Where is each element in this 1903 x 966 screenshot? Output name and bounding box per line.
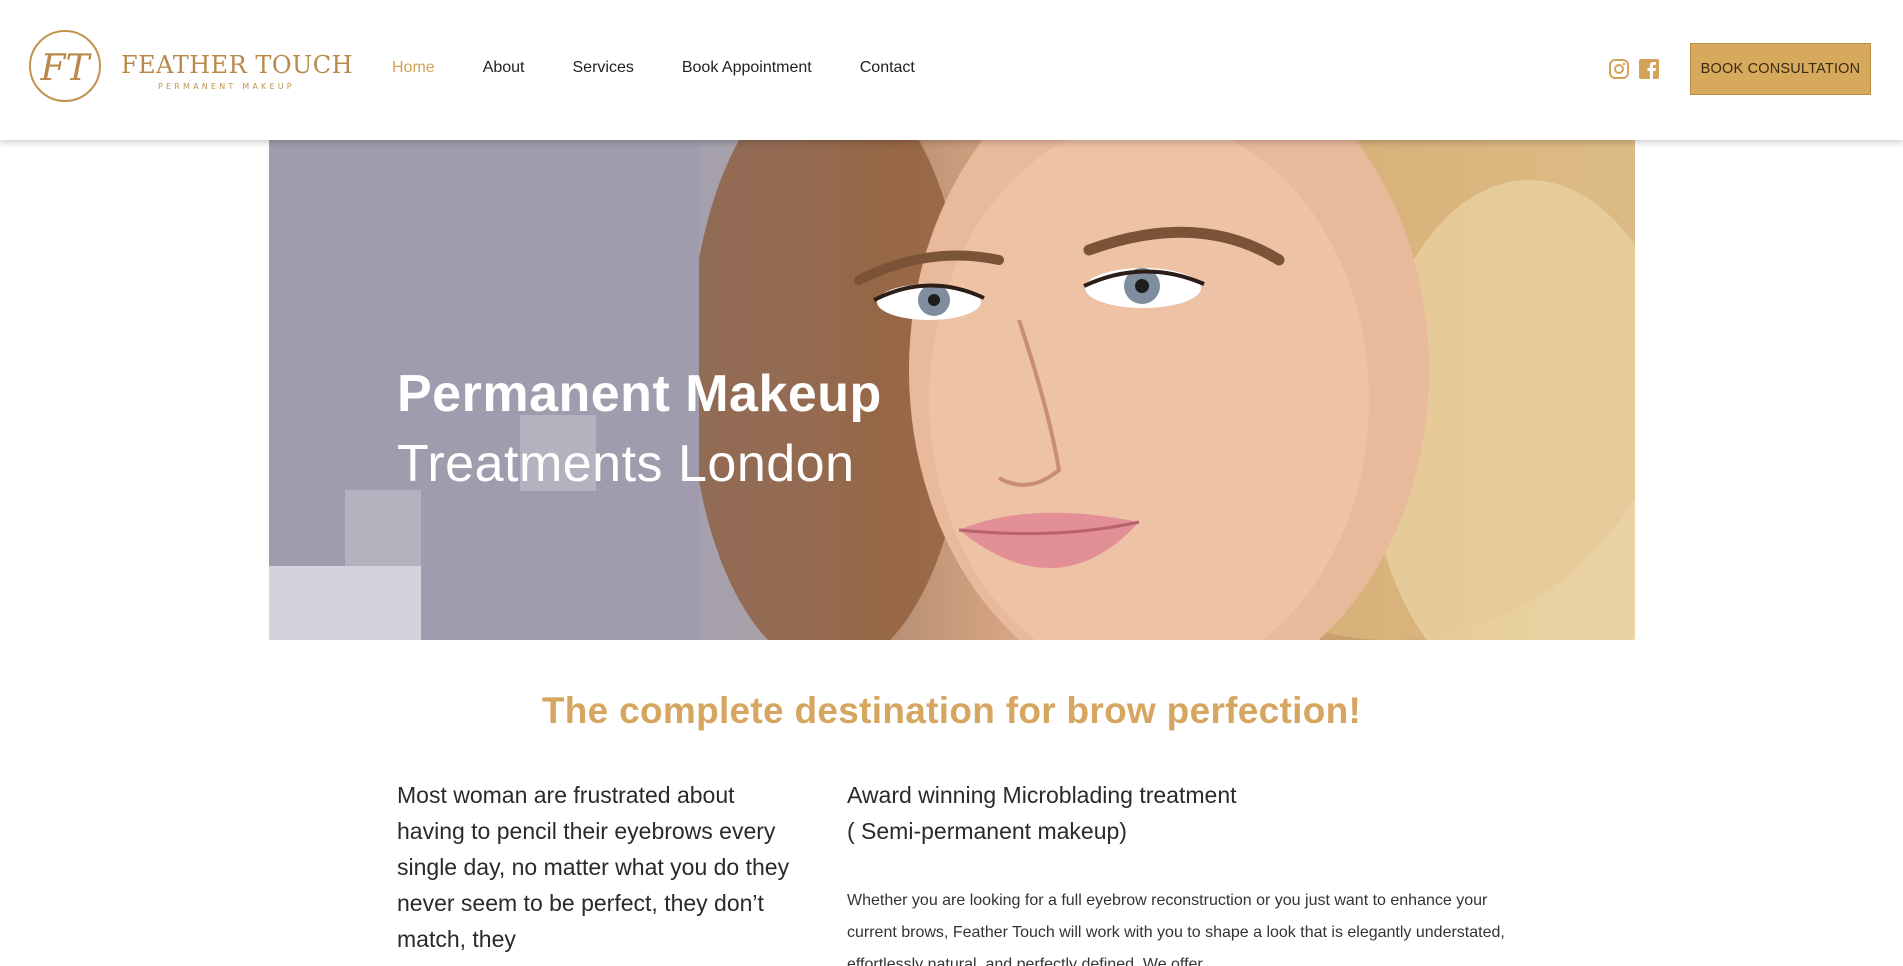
intro-paragraph: Most woman are frustrated about having t… [397,782,790,952]
hero-subtitle: Treatments London [397,435,855,493]
nav-about[interactable]: About [483,59,525,77]
book-consultation-button[interactable]: BOOK CONSULTATION [1690,43,1871,95]
logo-monogram-text: FT [40,48,93,89]
logo-link[interactable]: FT FEATHER TOUCH PERMANENT MAKEUP [27,28,353,104]
decor-square [269,566,421,640]
section-tagline: The complete destination for brow perfec… [541,690,1362,731]
instagram-icon[interactable] [1608,58,1630,80]
main-nav: Home About Services Book Appointment Con… [392,59,963,77]
description-paragraph: Whether you are looking for a full eyebr… [847,892,1505,966]
logo-monogram-icon: FT [29,30,101,102]
hero-banner: Permanent Makeup Treatments London [269,140,1635,640]
hero-title: Permanent Makeup [397,365,882,423]
award-heading: Award winning Microblading treatment ( S… [847,777,1367,849]
nav-services[interactable]: Services [573,59,634,77]
social-links [1608,58,1660,80]
site-header: FT FEATHER TOUCH PERMANENT MAKEUP Home A… [0,0,1903,140]
logo-title: FEATHER TOUCH [121,51,354,79]
nav-home[interactable]: Home [392,59,435,77]
award-heading-line1: Award winning Microblading treatment [847,782,1237,808]
decor-square [345,490,421,566]
logo-subtitle: PERMANENT MAKEUP [158,82,295,91]
facebook-icon[interactable] [1638,58,1660,80]
nav-book-appointment[interactable]: Book Appointment [682,59,812,77]
award-heading-line2: ( Semi-permanent makeup) [847,818,1127,844]
nav-contact[interactable]: Contact [860,59,915,77]
